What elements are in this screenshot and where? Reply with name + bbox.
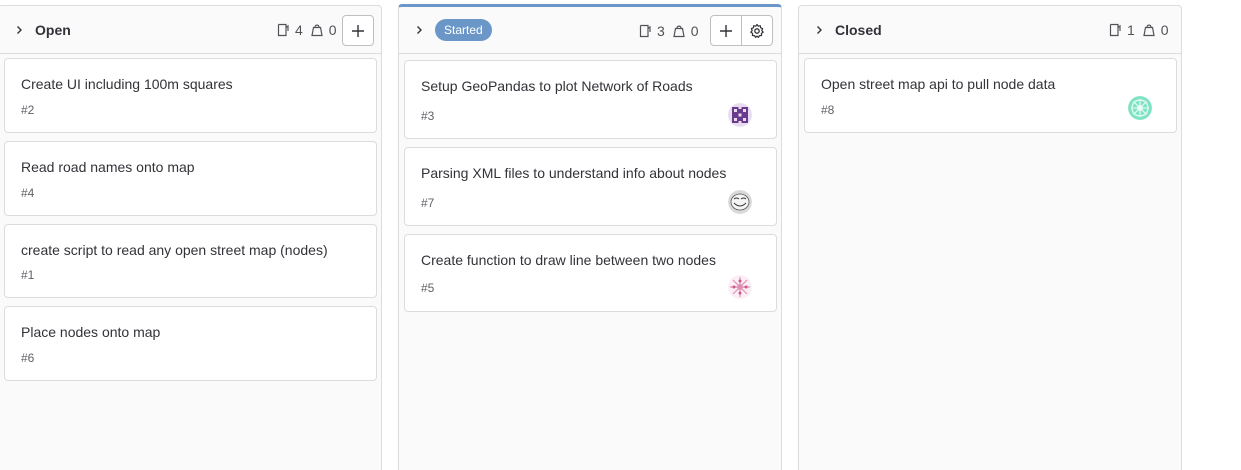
issue-number: #6 bbox=[21, 351, 35, 365]
issue-card[interactable]: Create UI including 100m squares #2 bbox=[4, 58, 377, 133]
issue-count: 1 bbox=[1108, 22, 1135, 38]
chevron-right-icon[interactable] bbox=[11, 22, 27, 38]
issue-number: #1 bbox=[21, 268, 35, 282]
issue-number: #3 bbox=[421, 109, 435, 123]
list-title: Open bbox=[35, 21, 71, 38]
issue-title[interactable]: Setup GeoPandas to plot Network of Roads bbox=[421, 78, 693, 94]
list-actions bbox=[710, 15, 773, 46]
assignee-avatar[interactable] bbox=[1128, 96, 1152, 120]
issue-title[interactable]: create script to read any open street ma… bbox=[21, 242, 328, 258]
list-header-started: Started 3 0 bbox=[399, 7, 781, 54]
list-settings-button[interactable] bbox=[741, 15, 773, 46]
issue-card[interactable]: create script to read any open street ma… bbox=[4, 224, 377, 298]
issue-number: #4 bbox=[21, 186, 35, 200]
issue-card[interactable]: Parsing XML files to understand info abo… bbox=[404, 147, 777, 226]
list-header-closed: Closed 1 0 bbox=[799, 6, 1181, 54]
issue-title[interactable]: Open street map api to pull node data bbox=[821, 76, 1055, 92]
plus-icon bbox=[352, 24, 364, 37]
board-list-started: Started 3 0 Setup GeoPandas to plot Netw… bbox=[398, 4, 782, 470]
list-label-badge[interactable]: Started bbox=[435, 19, 492, 41]
weight-count: 0 bbox=[1142, 22, 1169, 38]
assignee-avatar[interactable] bbox=[728, 103, 752, 127]
list-counts: 4 0 bbox=[269, 6, 337, 54]
new-issue-button[interactable] bbox=[710, 15, 742, 46]
issues-icon bbox=[277, 23, 289, 37]
weight-icon bbox=[311, 24, 323, 37]
list-title: Closed bbox=[835, 21, 882, 38]
issue-number: #2 bbox=[21, 103, 35, 117]
list-counts: 1 0 bbox=[1101, 6, 1169, 54]
issue-number: #5 bbox=[421, 281, 435, 295]
board-list-closed: Closed 1 0 Open street map api to pull n… bbox=[798, 5, 1182, 470]
chevron-right-icon[interactable] bbox=[411, 22, 427, 38]
issue-card[interactable]: Read road names onto map #4 bbox=[4, 141, 377, 216]
pink-pattern-avatar-icon bbox=[728, 275, 752, 299]
issue-title[interactable]: Read road names onto map bbox=[21, 159, 195, 175]
assignee-avatar[interactable] bbox=[728, 190, 752, 214]
issue-number: #8 bbox=[821, 103, 835, 117]
purple-pattern-avatar-icon bbox=[728, 103, 752, 127]
weight-count: 0 bbox=[672, 23, 699, 39]
issue-number: #7 bbox=[421, 196, 435, 210]
issue-card[interactable]: Create function to draw line between two… bbox=[404, 234, 777, 312]
weight-icon bbox=[673, 25, 685, 37]
issue-count: 3 bbox=[638, 23, 665, 39]
weight-icon bbox=[1143, 24, 1155, 37]
issue-title[interactable]: Create function to draw line between two… bbox=[421, 252, 716, 268]
new-issue-button[interactable] bbox=[342, 15, 374, 46]
gear-icon bbox=[750, 23, 764, 38]
issue-board: Open 4 0 Create UI including 100m square… bbox=[0, 0, 1241, 470]
plus-icon bbox=[720, 24, 732, 37]
board-list-open: Open 4 0 Create UI including 100m square… bbox=[0, 5, 382, 470]
troll-face-avatar-icon bbox=[728, 190, 752, 214]
list-counts: 3 0 bbox=[631, 7, 699, 54]
issue-title[interactable]: Create UI including 100m squares bbox=[21, 76, 233, 92]
issue-card[interactable]: Setup GeoPandas to plot Network of Roads… bbox=[404, 60, 777, 139]
issue-count: 4 bbox=[276, 22, 303, 38]
assignee-avatar[interactable] bbox=[728, 275, 752, 299]
issues-icon bbox=[639, 24, 651, 37]
green-pattern-avatar-icon bbox=[1128, 96, 1152, 120]
issue-title[interactable]: Place nodes onto map bbox=[21, 324, 160, 340]
list-header-open: Open 4 0 bbox=[0, 6, 381, 54]
issue-card[interactable]: Place nodes onto map #6 bbox=[4, 306, 377, 381]
issues-icon bbox=[1109, 23, 1121, 37]
issue-card[interactable]: Open street map api to pull node data #8 bbox=[804, 58, 1177, 133]
issue-title[interactable]: Parsing XML files to understand info abo… bbox=[421, 165, 726, 181]
chevron-right-icon[interactable] bbox=[811, 22, 827, 38]
weight-count: 0 bbox=[310, 22, 337, 38]
